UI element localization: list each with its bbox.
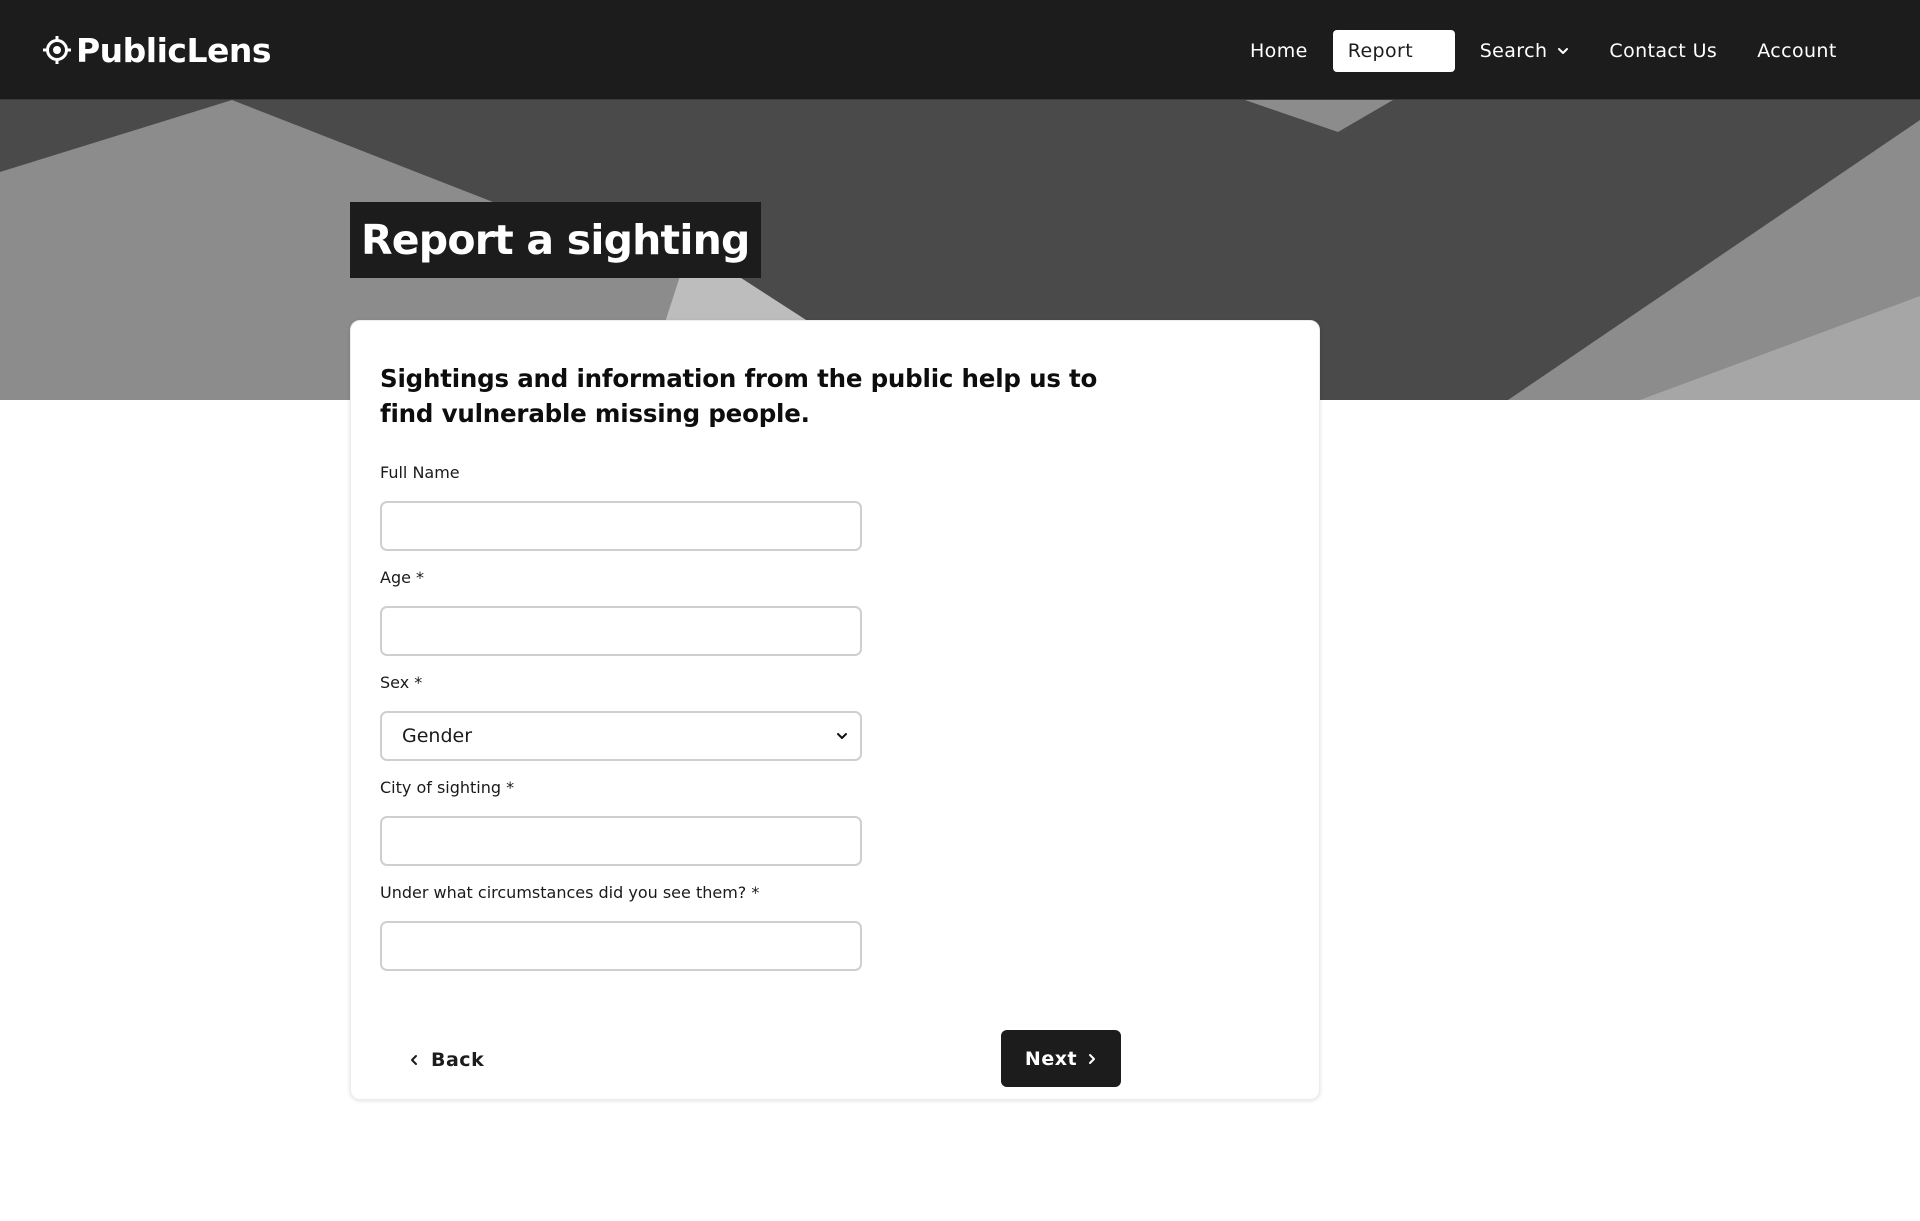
form-intro-text: Sightings and information from the publi… — [380, 364, 1098, 428]
full-name-input[interactable] — [380, 501, 862, 551]
circumstances-input[interactable] — [380, 921, 862, 971]
main-nav: Home Report Search Contact Us Account — [1235, 30, 1862, 72]
nav-report[interactable]: Report — [1332, 30, 1455, 72]
city-label: City of sighting * — [380, 778, 515, 797]
report-form-card: Sightings and information from the publi… — [350, 320, 1320, 1100]
full-name-label: Full Name — [380, 463, 460, 482]
next-button-label: Next — [1024, 1047, 1078, 1070]
chevron-down-icon — [1557, 45, 1569, 57]
nav-contact-us[interactable]: Contact Us — [1594, 30, 1732, 72]
city-field: City of sighting * — [380, 778, 862, 866]
brand-name: PublicLens — [76, 30, 272, 70]
chevron-left-icon — [409, 1049, 419, 1071]
circumstances-field: Under what circumstances did you see the… — [380, 883, 862, 971]
back-button[interactable]: Back — [409, 1043, 484, 1077]
chevron-down-icon — [836, 725, 848, 747]
city-input[interactable] — [380, 816, 862, 866]
sex-field: Sex * Gender — [380, 673, 862, 761]
crosshair-icon — [42, 35, 72, 65]
full-name-field: Full Name — [380, 463, 862, 551]
nav-account[interactable]: Account — [1742, 30, 1852, 72]
top-navbar: PublicLens Home Report Search Contact Us… — [0, 0, 1920, 100]
page-title: Report a sighting — [350, 202, 761, 278]
nav-home[interactable]: Home — [1235, 30, 1323, 72]
sex-select[interactable]: Gender — [380, 711, 862, 761]
nav-search[interactable]: Search — [1465, 30, 1585, 72]
brand-logo[interactable]: PublicLens — [42, 26, 272, 74]
circumstances-label: Under what circumstances did you see the… — [380, 883, 760, 902]
chevron-right-icon — [1087, 1048, 1097, 1070]
age-input[interactable] — [380, 606, 862, 656]
age-label: Age * — [380, 568, 425, 587]
sex-label: Sex * — [380, 673, 423, 692]
next-button[interactable]: Next — [1001, 1030, 1121, 1087]
sex-select-value: Gender — [402, 725, 473, 747]
age-field: Age * — [380, 568, 862, 656]
back-button-label: Back — [431, 1049, 485, 1071]
